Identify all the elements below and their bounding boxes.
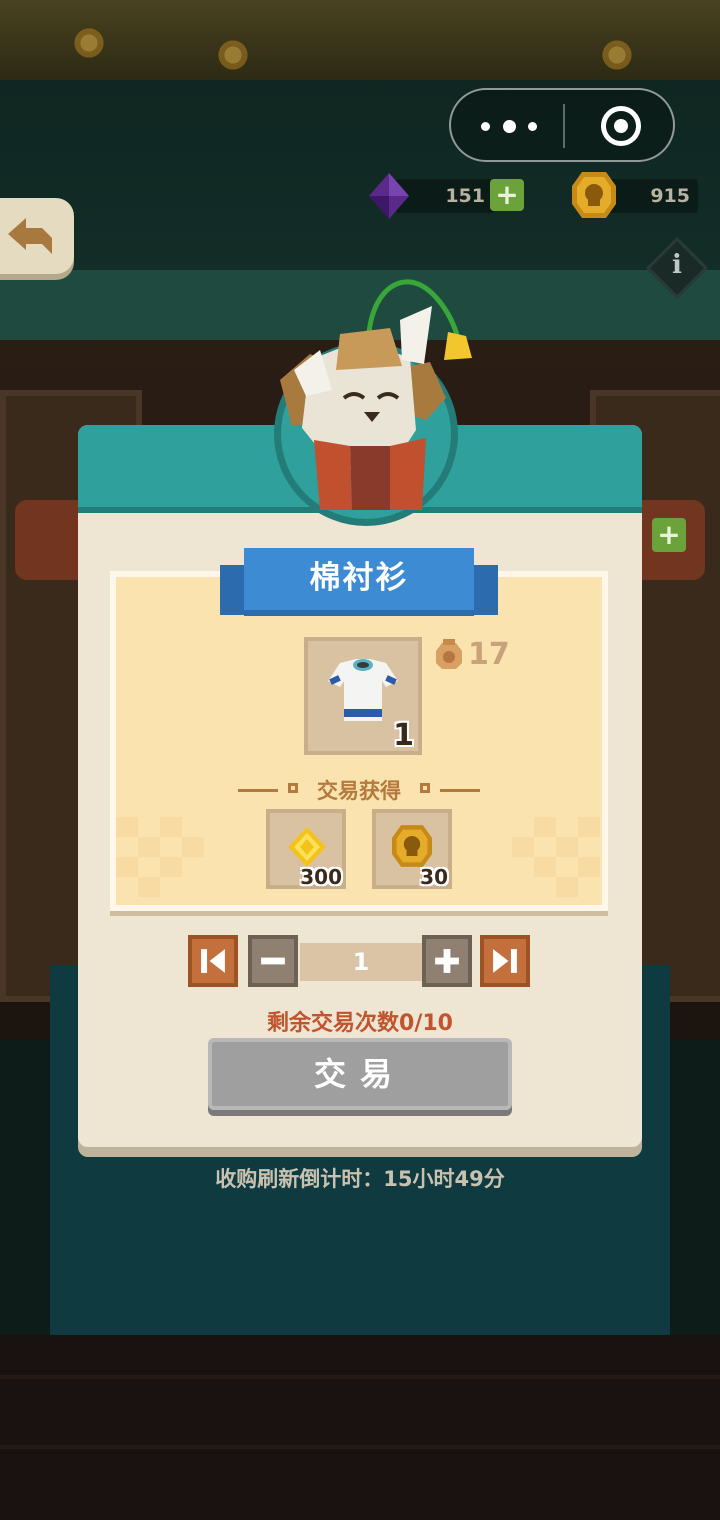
min-quantity-button[interactable] bbox=[188, 935, 238, 987]
floor bbox=[0, 1335, 720, 1520]
coin-count: 915 bbox=[650, 185, 690, 207]
quantity-value[interactable]: 1 bbox=[300, 943, 422, 981]
minus-icon bbox=[261, 957, 285, 965]
remaining-trades-text: 剩余交易次数0/10 bbox=[267, 1011, 453, 1036]
increase-quantity-button[interactable] bbox=[422, 935, 472, 987]
reward-slot: 30 bbox=[372, 809, 452, 889]
miniprogram-capsule bbox=[449, 88, 675, 162]
add-gems-button[interactable]: + bbox=[490, 179, 524, 211]
decrease-quantity-button[interactable] bbox=[248, 935, 298, 987]
skip-to-end-icon bbox=[493, 949, 517, 973]
reward-slot: 300 bbox=[266, 809, 346, 889]
skull-coin-icon bbox=[392, 825, 432, 867]
trade-dialog: 1 17 交易获得 300 30 棉衬衫 1 剩余交易次数0/10 交易 bbox=[78, 425, 642, 1147]
flower-decoration bbox=[72, 26, 106, 60]
item-name-ribbon: 棉衬衫 bbox=[244, 548, 474, 616]
flower-decoration bbox=[600, 38, 634, 72]
plus-icon bbox=[435, 949, 459, 973]
item-price: 17 bbox=[468, 637, 510, 672]
cotton-shirt-icon bbox=[328, 659, 398, 721]
skull-coin-icon bbox=[572, 172, 616, 218]
info-icon: i bbox=[672, 250, 682, 280]
item-panel: 1 17 交易获得 300 30 bbox=[110, 571, 608, 911]
side-add-button[interactable]: + bbox=[652, 518, 686, 552]
flower-decoration bbox=[216, 38, 250, 72]
reward-amount: 30 bbox=[420, 865, 448, 889]
yellow-gem-icon bbox=[288, 827, 326, 867]
close-miniprogram-icon[interactable] bbox=[601, 106, 641, 146]
refresh-countdown: 收购刷新倒计时：15小时49分 bbox=[215, 1167, 505, 1191]
trade-reward-label: 交易获得 bbox=[317, 779, 401, 803]
back-button[interactable] bbox=[0, 198, 74, 274]
reward-amount: 300 bbox=[300, 865, 342, 889]
trade-button[interactable]: 交易 bbox=[208, 1038, 512, 1110]
purple-gem-icon bbox=[369, 173, 409, 219]
max-quantity-button[interactable] bbox=[480, 935, 530, 987]
price-bag-icon bbox=[436, 639, 462, 669]
more-menu-icon[interactable] bbox=[481, 108, 537, 144]
back-arrow-icon bbox=[8, 218, 52, 254]
item-slot: 1 bbox=[304, 637, 422, 755]
merchant-avatar bbox=[280, 279, 472, 510]
skip-to-start-icon bbox=[201, 949, 225, 973]
gem-count: 151 bbox=[445, 185, 485, 207]
item-quantity: 1 bbox=[393, 718, 414, 753]
gem-counter: 151 bbox=[395, 179, 495, 213]
